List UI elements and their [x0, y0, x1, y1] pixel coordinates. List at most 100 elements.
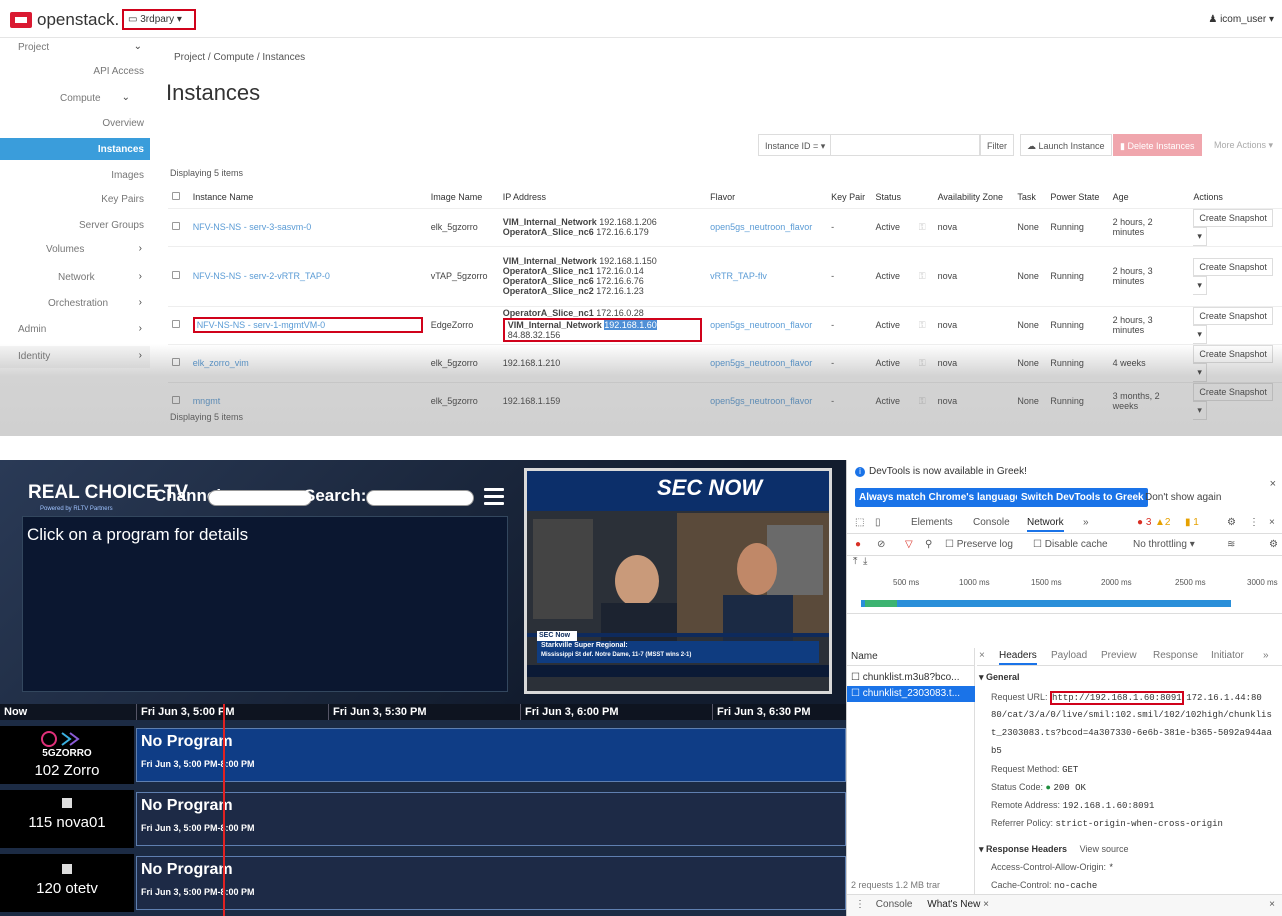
checkbox[interactable] [172, 271, 180, 279]
program-cell[interactable]: No Program Fri Jun 3, 5:00 PM-8:00 PM [136, 728, 846, 782]
actions-caret-icon[interactable]: ▾ [1193, 362, 1207, 382]
sidebar-item-project[interactable]: Project ⌄ [0, 38, 150, 60]
col-header[interactable]: Status [871, 186, 914, 208]
sidebar-item-images[interactable]: Images [0, 168, 150, 184]
tab-network[interactable]: Network [1027, 517, 1064, 532]
close-devtools-icon[interactable]: × [1269, 517, 1275, 528]
col-header[interactable]: Task [1013, 186, 1046, 208]
sidebar-item-compute[interactable]: Compute ⌄ [0, 90, 150, 108]
sidebar-item-overview[interactable]: Overview [0, 116, 150, 132]
flavor-link[interactable]: open5gs_neutroon_flavor [706, 344, 827, 382]
row-select[interactable] [168, 344, 189, 382]
flavor-link[interactable]: vRTR_TAP-flv [706, 246, 827, 306]
kebab-menu-icon[interactable]: ⋮ [1249, 517, 1259, 528]
throttling-select[interactable]: No throttling ▾ [1133, 539, 1195, 550]
checkbox[interactable] [172, 396, 180, 404]
launch-instance-button[interactable]: ☁ Launch Instance [1020, 134, 1112, 156]
col-header[interactable]: Instance Name [189, 186, 427, 208]
sidebar-item-orchestration[interactable]: Orchestration › [0, 296, 150, 312]
delete-instances-button[interactable]: ▮ Delete Instances [1113, 134, 1202, 156]
sidebar-item-network[interactable]: Network › [0, 270, 150, 286]
drawer-tab-whats-new[interactable]: What's New [927, 899, 980, 910]
search-icon[interactable]: ⚲ [925, 539, 932, 550]
breadcrumb[interactable]: Project / Compute / Instances [174, 52, 305, 63]
actions-caret-icon[interactable]: ▾ [1193, 226, 1207, 246]
user-dropdown[interactable]: ♟ icom_user ▾ [1208, 14, 1274, 25]
switch-language-button[interactable]: Switch DevTools to Greek [1017, 488, 1148, 507]
col-header[interactable]: Availability Zone [934, 186, 1014, 208]
col-header[interactable]: Key Pair [827, 186, 871, 208]
more-detail-tabs-icon[interactable]: » [1263, 650, 1269, 661]
filter-field-dropdown[interactable]: Instance ID = ▾ [758, 134, 833, 156]
channel-logo-cell[interactable]: 115 nova01 [0, 790, 134, 848]
settings-gear-icon[interactable]: ⚙ [1227, 517, 1236, 528]
wifi-icon[interactable]: ≋ [1227, 539, 1235, 550]
error-count[interactable]: ● 3 [1137, 517, 1151, 528]
view-source-link[interactable]: View source [1080, 844, 1129, 854]
row-select[interactable] [168, 208, 189, 246]
select-all[interactable] [168, 186, 189, 208]
sidebar-item-volumes[interactable]: Volumes › [0, 242, 150, 258]
instance-name-link[interactable]: NFV-NS-NS - serv-2-vRTR_TAP-0 [189, 246, 427, 306]
create-snapshot-button[interactable]: Create Snapshot [1193, 257, 1273, 276]
preserve-log-toggle[interactable]: ☐ Preserve log [945, 539, 1013, 550]
channel-input[interactable] [208, 490, 312, 506]
close-icon[interactable]: × [1270, 478, 1276, 490]
instance-name-link[interactable]: NFV-NS-NS - serv-1-mgmtVM-0 [192, 317, 423, 333]
row-select[interactable] [168, 306, 189, 344]
close-drawer-icon[interactable]: × [1269, 899, 1275, 910]
inspect-icon[interactable]: ⬚ [855, 517, 864, 528]
col-header[interactable]: Age [1109, 186, 1190, 208]
network-settings-icon[interactable]: ⚙ [1269, 539, 1278, 550]
flavor-link[interactable]: open5gs_neutroon_flavor [706, 382, 827, 420]
tab-response[interactable]: Response [1153, 650, 1198, 661]
more-actions-button[interactable]: More Actions ▾ [1208, 134, 1280, 156]
channel-logo-cell[interactable]: 120 otetv [0, 854, 134, 912]
close-details-icon[interactable]: × [979, 650, 985, 661]
create-snapshot-button[interactable]: Create Snapshot [1193, 382, 1273, 401]
program-cell[interactable]: No Program Fri Jun 3, 5:00 PM-8:00 PM [136, 792, 846, 846]
col-header[interactable]: Flavor [706, 186, 827, 208]
instance-name-link[interactable]: elk_zorro_vim [189, 344, 427, 382]
tab-initiator[interactable]: Initiator [1211, 650, 1244, 661]
program-cell[interactable]: No Program Fri Jun 3, 5:00 PM-8:00 PM [136, 856, 846, 910]
flavor-link[interactable]: open5gs_neutroon_flavor [706, 306, 827, 344]
flavor-link[interactable]: open5gs_neutroon_flavor [706, 208, 827, 246]
actions-caret-icon[interactable]: ▾ [1193, 324, 1207, 344]
actions-caret-icon[interactable]: ▾ [1193, 275, 1207, 295]
request-item[interactable]: ☐ chunklist.m3u8?bco... [847, 670, 975, 686]
issues-count[interactable]: ▮ 1 [1185, 517, 1199, 528]
sidebar-item-api-access[interactable]: API Access [0, 64, 150, 80]
drawer-menu-icon[interactable]: ⋮ [855, 899, 865, 910]
video-player[interactable]: SEC NOW SEC Now Starkville Super Regiona… [524, 468, 832, 694]
disable-cache-toggle[interactable]: ☐ Disable cache [1033, 539, 1108, 550]
close-tab-icon[interactable]: × [983, 899, 989, 910]
hamburger-menu-icon[interactable] [484, 488, 504, 506]
col-header[interactable]: Image Name [427, 186, 499, 208]
col-header[interactable]: IP Address [499, 186, 706, 208]
clear-icon[interactable]: ⊘ [877, 539, 885, 550]
record-icon[interactable]: ● [855, 539, 861, 550]
filter-button[interactable]: Filter [980, 134, 1014, 156]
tab-preview[interactable]: Preview [1101, 650, 1137, 661]
tab-headers[interactable]: Headers [999, 650, 1037, 665]
dont-show-again-link[interactable]: Don't show again [1145, 492, 1221, 503]
create-snapshot-button[interactable]: Create Snapshot [1193, 344, 1273, 363]
create-snapshot-button[interactable]: Create Snapshot [1193, 306, 1273, 325]
request-item-selected[interactable]: ☐ chunklist_2303083.t... [847, 686, 975, 702]
import-export-icons[interactable]: ⤒ ⤓ [853, 556, 867, 567]
create-snapshot-button[interactable]: Create Snapshot [1193, 208, 1273, 227]
tab-payload[interactable]: Payload [1051, 650, 1087, 661]
response-headers-section[interactable]: ▾ Response Headers View source [979, 844, 1128, 855]
checkbox[interactable] [172, 222, 180, 230]
channel-logo-cell[interactable]: 5GZORRO 102 Zorro [0, 726, 134, 784]
name-column-header[interactable]: Name [847, 648, 975, 666]
sidebar-item-key-pairs[interactable]: Key Pairs [0, 192, 150, 208]
device-toggle-icon[interactable]: ▯ [875, 517, 881, 528]
checkbox[interactable] [172, 191, 180, 200]
tab-elements[interactable]: Elements [911, 517, 953, 528]
openstack-logo[interactable]: openstack. [10, 10, 119, 30]
more-tabs-icon[interactable]: » [1083, 517, 1089, 528]
checkbox[interactable] [172, 358, 180, 366]
checkbox[interactable] [172, 320, 180, 328]
